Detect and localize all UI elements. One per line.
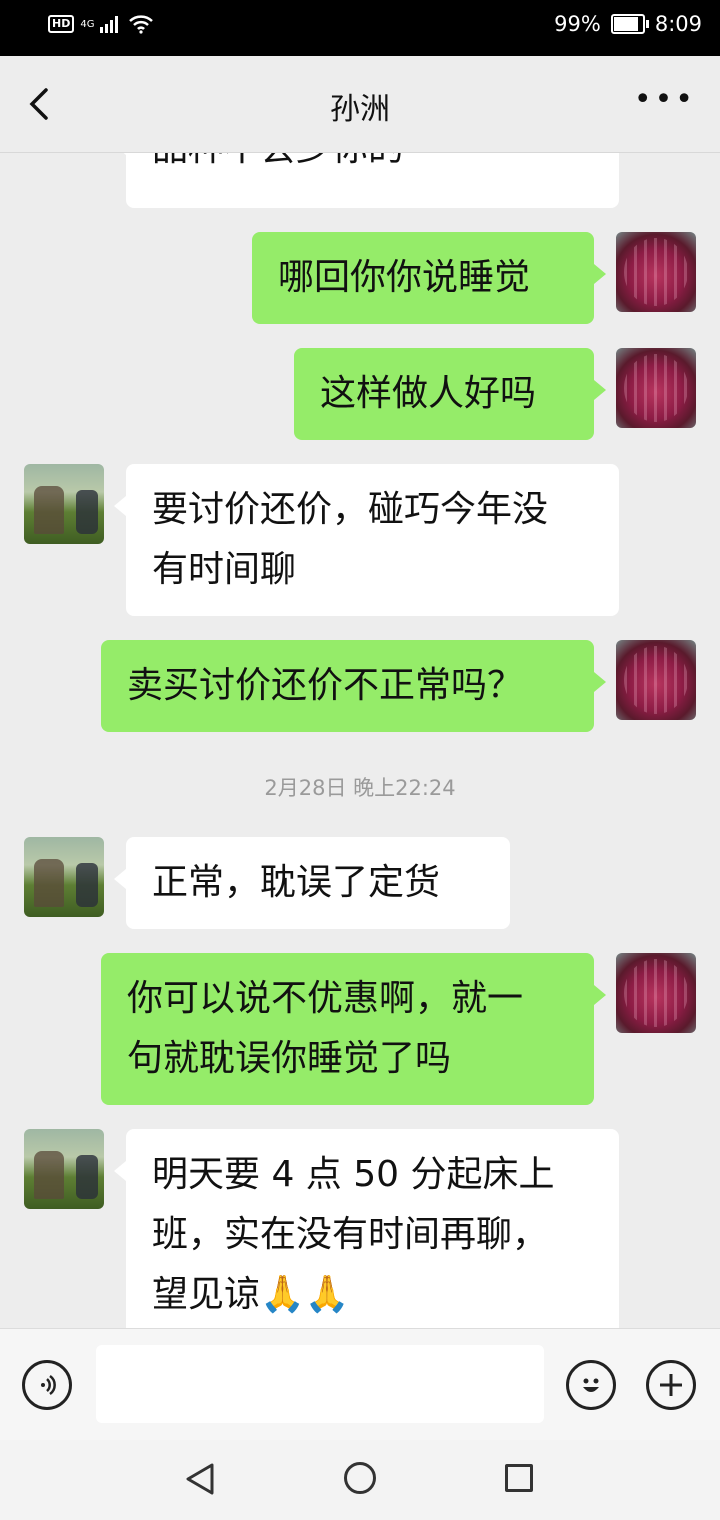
voice-button[interactable] — [22, 1360, 72, 1410]
my-avatar[interactable] — [616, 953, 696, 1033]
my-avatar[interactable] — [616, 232, 696, 312]
message-bubble-received[interactable]: 正常，耽误了定货 — [114, 837, 510, 929]
system-nav-bar — [0, 1440, 720, 1520]
nav-recent-icon[interactable] — [505, 1464, 533, 1492]
voice-icon — [41, 1374, 56, 1396]
hd-badge: HD — [48, 15, 75, 33]
message-bubble-received[interactable]: 要讨价还价，碰巧今年没 有时间聊 — [114, 464, 619, 616]
status-bar: HD 4G 99% 8:09 — [0, 0, 720, 56]
message-bubble-sent[interactable]: 你可以说不优惠啊，就一 句就耽误你睡觉了吗 — [101, 953, 606, 1105]
input-bar — [0, 1328, 720, 1441]
nav-home-icon[interactable] — [344, 1462, 376, 1494]
battery-icon — [610, 14, 649, 34]
status-left: HD 4G — [48, 14, 154, 34]
message-bubble-sent[interactable]: 卖买讨价还价不正常吗？ — [101, 640, 606, 732]
my-avatar[interactable] — [616, 348, 696, 428]
emoji-icon — [583, 1378, 599, 1392]
my-avatar[interactable] — [616, 640, 696, 720]
chat-title: 孙洲 — [330, 92, 390, 127]
contact-avatar[interactable] — [24, 1129, 104, 1209]
message-list[interactable]: 品种不会少你的 哪回你你说睡觉 这样做人好吗 要讨价还价，碰巧今年没 有时间聊 … — [0, 153, 720, 1328]
message-bubble-sent[interactable]: 哪回你你说睡觉 — [252, 232, 606, 324]
more-button[interactable]: ••• — [634, 85, 696, 115]
message-bubble-received[interactable]: 品种不会少你的 — [114, 153, 619, 208]
clock: 8:09 — [654, 12, 702, 36]
plus-icon — [660, 1374, 682, 1396]
wifi-icon — [129, 15, 154, 34]
message-bubble-sent[interactable]: 这样做人好吗 — [294, 348, 606, 440]
more-icon: ••• — [633, 82, 696, 117]
emoji-button[interactable] — [566, 1360, 616, 1410]
nav-back-icon[interactable] — [184, 1462, 216, 1496]
status-right: 99% 8:09 — [554, 12, 702, 36]
message-input[interactable] — [96, 1345, 544, 1423]
battery-percent: 99% — [554, 12, 601, 36]
message-timestamp: 2月28日 晚上22:24 — [264, 776, 456, 800]
signal-icon — [100, 16, 119, 33]
network-type: 4G — [80, 18, 95, 30]
plus-button[interactable] — [646, 1360, 696, 1410]
contact-avatar[interactable] — [24, 464, 104, 544]
chat-header: 孙洲 ••• — [0, 56, 720, 153]
battery-fill — [613, 17, 638, 31]
contact-avatar[interactable] — [24, 837, 104, 917]
message-bubble-received[interactable]: 明天要 4 点 50 分起床上 班，实在没有时间再聊， 望见谅🙏🙏 — [114, 1129, 619, 1328]
